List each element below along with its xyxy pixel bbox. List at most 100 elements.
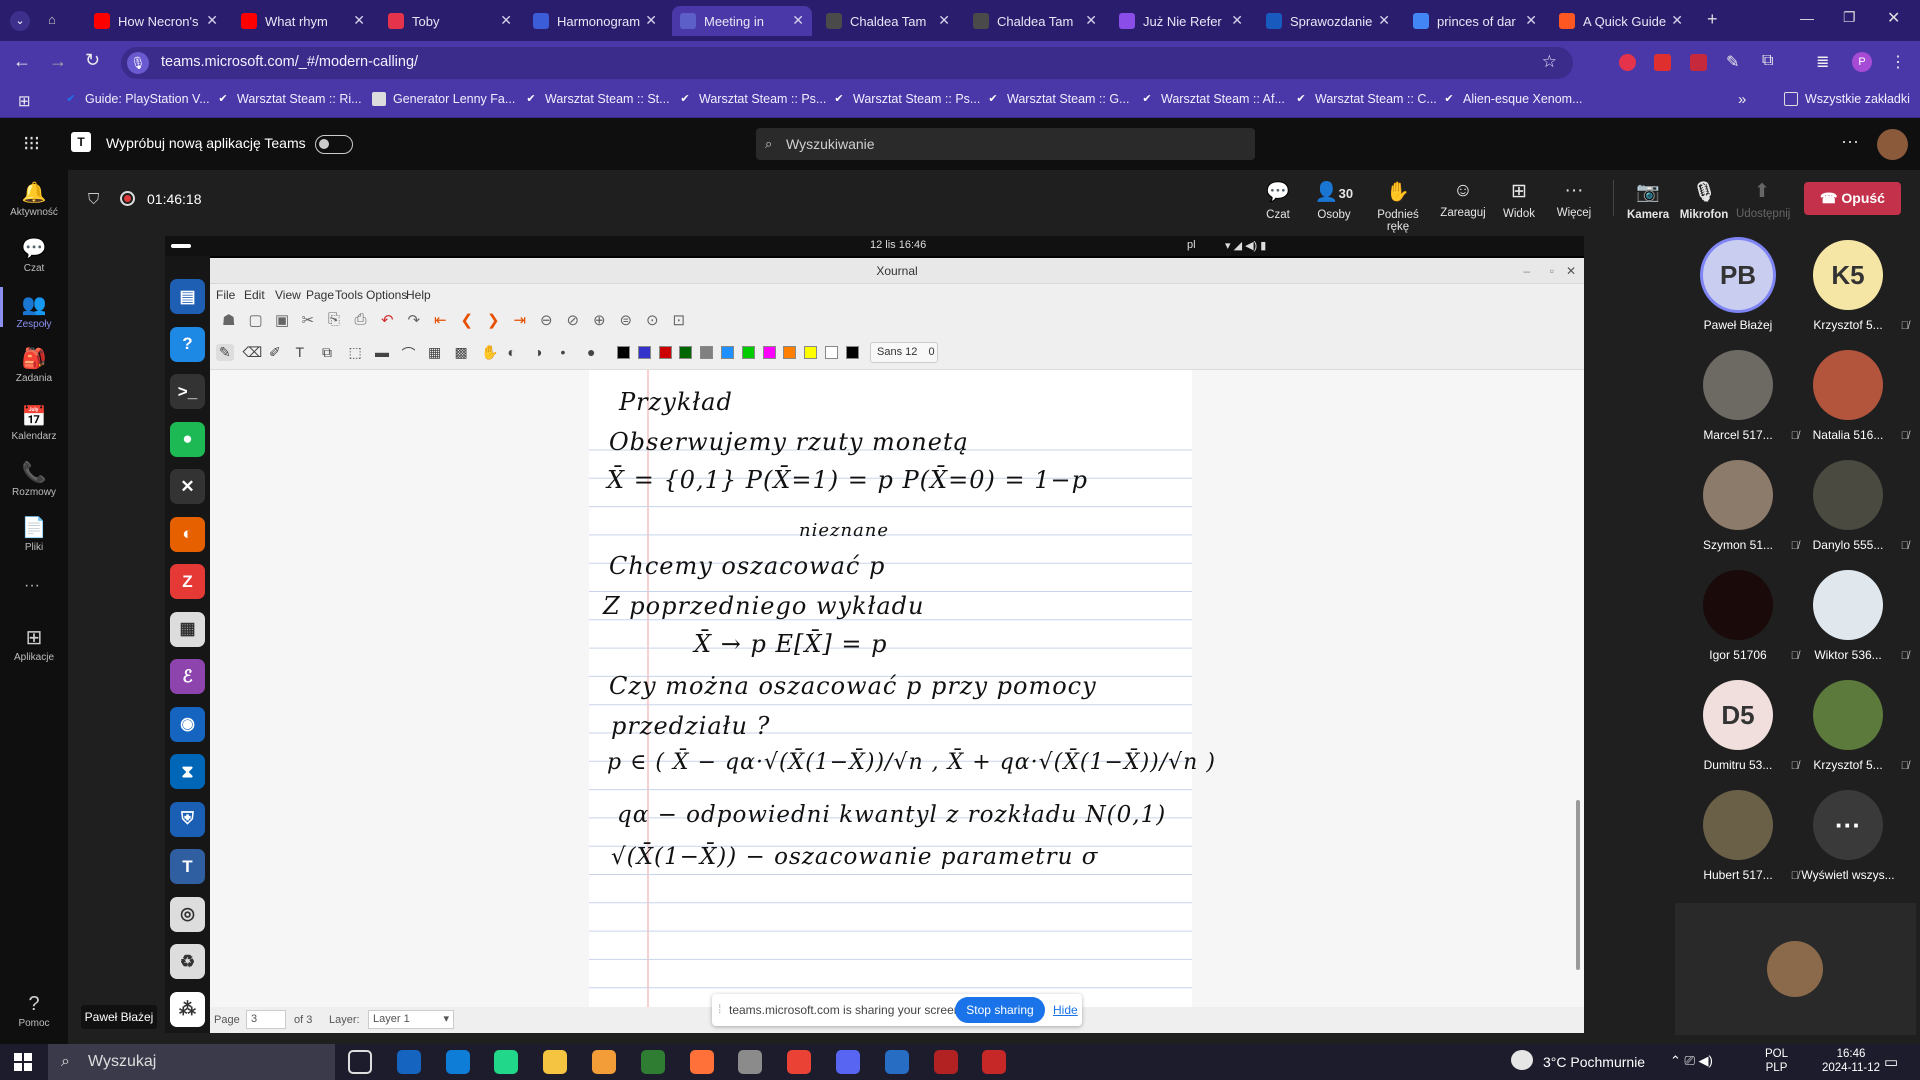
taskbar-search[interactable]: ⌕ Wyszukaj [48,1044,335,1080]
apps-grid-icon[interactable]: ⊞ [18,92,31,110]
bookmark-item[interactable]: ✔ Warsztat Steam :: G... [986,92,1129,106]
view-all-participants[interactable]: ··· Wyświetl wszys... [1793,790,1903,882]
pdf-icon[interactable] [982,1050,1007,1074]
browser-tab[interactable]: Toby ✕ [380,6,520,36]
menu-edit[interactable]: Edit [244,288,265,302]
tray-icons[interactable]: ⌃ ⎚ ◀) [1670,1053,1713,1069]
tab-close-icon[interactable]: ✕ [1231,12,1243,29]
pen-tool-icon[interactable]: • [561,344,566,360]
excel-icon[interactable] [640,1050,665,1074]
view-button[interactable]: ⊞ Widok [1498,180,1540,220]
share-button[interactable]: ⬆ Udostępnij [1736,180,1790,220]
filezilla-icon[interactable]: Z [170,564,205,599]
forward-icon[interactable]: → [49,51,67,72]
rail-item-files[interactable]: 📄 Pliki [0,515,68,553]
note-page[interactable]: Przykład Obserwujemy rzuty monetą X̄ = {0,… [589,370,1215,1007]
trash-icon[interactable]: ♻ [170,944,205,979]
participant-tile[interactable]: Wiktor 536... 🎙̸ [1793,570,1909,662]
tab-close-icon[interactable]: ✕ [1085,12,1097,29]
camera-button[interactable]: 📷 Kamera [1627,180,1669,221]
layer-select[interactable]: Layer 1 ▾ [368,1010,454,1029]
url-text[interactable]: teams.microsoft.com/_#/modern-calling/ [161,54,418,70]
menu-file[interactable]: File [216,288,235,302]
participant-tile[interactable]: Danylo 555... 🎙̸ [1793,460,1909,552]
puzzle-extension-icon[interactable]: ⧉ [1762,52,1773,70]
color-swatch[interactable] [825,346,838,359]
minimize-icon[interactable]: — [1800,10,1814,26]
emacs-icon[interactable]: ℰ [170,659,205,694]
help-icon[interactable]: ? [170,326,205,362]
pen-tool-icon[interactable]: ▬ [375,344,389,360]
rail-item-activity[interactable]: 🔔 Aktywność [0,180,68,218]
browser-menu-icon[interactable]: ⋮ [1890,52,1906,72]
toolbar-icon[interactable]: ⊡ [673,311,686,329]
bookmark-item[interactable]: ✔ Warsztat Steam :: Ps... [832,92,980,106]
bookmark-item[interactable]: ✔ Warsztat Steam :: C... [1294,92,1436,106]
libreoffice-icon[interactable]: ▦ [170,611,205,647]
tab-close-icon[interactable]: ✕ [938,12,950,29]
pen-tool-icon[interactable]: ⬚ [349,344,362,361]
people-button[interactable]: 👤30 Osoby [1313,180,1355,221]
menu-view[interactable]: View [275,288,301,302]
firefox-icon[interactable] [689,1050,714,1074]
back-icon[interactable]: ← [13,51,31,72]
pen-tool-icon[interactable]: ▦ [428,344,441,361]
r-icon[interactable] [884,1050,909,1074]
file-explorer-icon[interactable] [543,1050,568,1074]
settings-more-icon[interactable]: ··· [1841,131,1859,152]
media-player-icon[interactable] [592,1050,616,1074]
input-language[interactable]: POL PLP [1765,1047,1788,1075]
menu-page[interactable]: Page [306,288,334,302]
more-bookmarks-icon[interactable]: » [1738,91,1746,108]
xournal-maximize-icon[interactable]: ▫ [1550,258,1554,284]
toolbar-icon[interactable]: ☗ [222,311,235,329]
color-swatch[interactable] [617,346,630,359]
rail-item-help[interactable]: ? Pomoc [0,993,68,1029]
app-launcher-icon[interactable]: ⁝⁝⁝ [23,131,40,156]
participant-tile[interactable]: Marcel 517... 🎙̸ [1683,350,1799,442]
browser-tab[interactable]: Sprawozdanie ✕ [1258,6,1398,36]
new-teams-toggle[interactable] [315,135,353,154]
terminal-icon[interactable]: >_ [170,374,205,409]
rail-item-chat[interactable]: 💬 Czat [0,236,68,274]
browser-tab[interactable]: Już Nie Refer ✕ [1111,6,1251,36]
chat-button[interactable]: 💬 Czat [1257,180,1299,221]
pen-tool-icon[interactable]: ⌒ [402,344,416,364]
reload-icon[interactable]: ↻ [85,50,100,71]
extension-icon[interactable] [1619,54,1636,71]
user-avatar[interactable] [1877,129,1908,160]
browser-tab[interactable]: princes of dar ✕ [1405,6,1545,36]
pen-tool-icon[interactable]: ● [587,344,595,360]
thunderbird-icon[interactable]: ◉ [170,706,205,742]
toolbar-icon[interactable]: ⇤ [434,311,447,329]
pen-tool-icon[interactable]: ✋ [481,344,498,361]
spotify-icon[interactable]: ● [170,421,205,457]
font-selector[interactable]: Sans 12 0 [870,342,938,363]
browser-tab[interactable]: A Quick Guide ✕ [1551,6,1691,36]
xournal-close-icon[interactable]: ✕ [1566,258,1576,284]
edge-icon[interactable] [445,1050,470,1074]
search-input[interactable]: ⌕ Wyszukiwanie [756,128,1255,160]
text-editor-icon[interactable]: ▤ [170,279,205,314]
tab-close-icon[interactable]: ✕ [206,12,218,29]
pen-tool-icon[interactable]: ⧉ [322,344,332,361]
react-button[interactable]: ☺ Zareaguj [1437,180,1489,219]
toolbar-icon[interactable]: ⊜ [620,311,633,329]
address-bar[interactable]: 🎙 teams.microsoft.com/_#/modern-calling/… [121,47,1573,79]
participant-tile[interactable]: K5 Krzysztof 5... 🎙̸ [1793,240,1909,332]
toolbar-icon[interactable]: ⎙ [355,311,367,328]
toolbar-icon[interactable]: ⊖ [540,311,553,329]
toolbar-icon[interactable]: ❯ [487,311,500,329]
chrome-icon[interactable]: ◎ [170,896,205,932]
bookmark-item[interactable]: Generator Lenny Fa... [372,92,515,106]
rail-item-teams[interactable]: 👥 Zespoły [0,292,68,330]
tab-close-icon[interactable]: ✕ [1525,12,1537,29]
notification-icon[interactable]: ▭ [1884,1053,1898,1071]
pen-tool-icon[interactable]: ⌫ [243,344,263,361]
bookmark-item[interactable]: ✔ Warsztat Steam :: Ps... [678,92,826,106]
firefox-icon[interactable]: ◐ [170,516,205,552]
rail-more-icon[interactable]: ··· [24,577,40,595]
chrome-icon[interactable] [787,1050,812,1074]
toolbar-icon[interactable]: ❮ [461,311,474,329]
rail-item-assignments[interactable]: 🎒 Zadania [0,346,68,384]
